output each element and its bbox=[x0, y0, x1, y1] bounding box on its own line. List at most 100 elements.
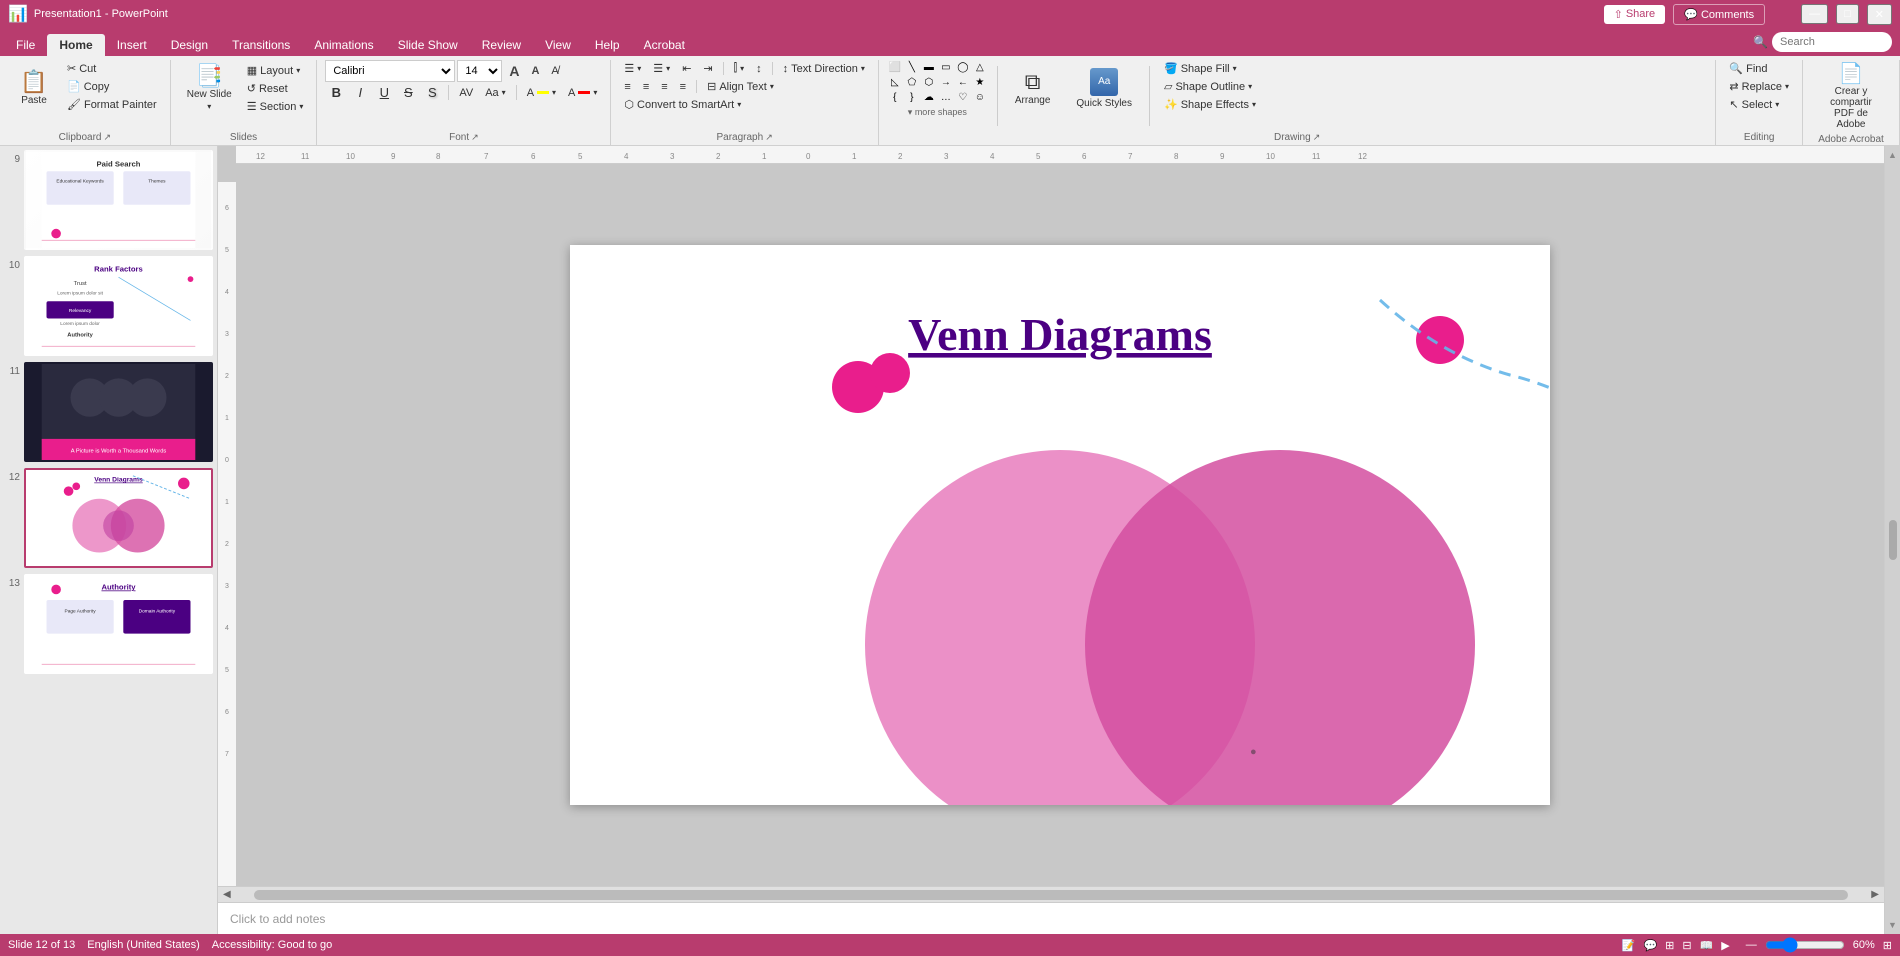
shape-line[interactable]: ╲ bbox=[904, 60, 920, 74]
scroll-thumb-h[interactable] bbox=[254, 890, 1849, 900]
list-item[interactable]: 11 A Picture is Worth a Thousand Words bbox=[4, 362, 213, 462]
notes-view-button[interactable]: 📝 bbox=[1622, 939, 1636, 952]
slide-thumb-12[interactable]: Venn Diagrams bbox=[24, 468, 213, 568]
close-button[interactable]: ✕ bbox=[1867, 4, 1892, 25]
shape-textbox[interactable]: ⬜ bbox=[887, 60, 903, 74]
paragraph-dialog-icon[interactable]: ↗ bbox=[765, 132, 773, 143]
normal-view-button[interactable]: ⊞ bbox=[1665, 939, 1674, 952]
tab-view[interactable]: View bbox=[533, 34, 583, 56]
shapes-dropdown[interactable]: ▾ more shapes bbox=[887, 105, 988, 120]
select-button[interactable]: ↖ Select bbox=[1724, 96, 1794, 113]
justify-button[interactable]: ≡ bbox=[675, 79, 691, 95]
paste-button[interactable]: 📋 Paste bbox=[8, 60, 60, 116]
tab-insert[interactable]: Insert bbox=[105, 34, 159, 56]
maximize-button[interactable]: □ bbox=[1836, 4, 1859, 24]
tab-help[interactable]: Help bbox=[583, 34, 632, 56]
tab-home[interactable]: Home bbox=[47, 34, 104, 56]
slide-thumb-10[interactable]: Rank Factors Trust Lorem ipsum dolor sit… bbox=[24, 256, 213, 356]
tab-animations[interactable]: Animations bbox=[302, 34, 385, 56]
comments-view-button[interactable]: 💬 bbox=[1643, 939, 1657, 952]
align-right-button[interactable]: ≡ bbox=[656, 79, 672, 95]
shape-rect[interactable]: ▬ bbox=[921, 60, 937, 74]
scroll-left-button[interactable]: ◀ bbox=[220, 889, 234, 900]
shape-outline-button[interactable]: ▱ Shape Outline bbox=[1159, 78, 1261, 95]
comments-button[interactable]: 💬 Comments bbox=[1673, 4, 1765, 25]
shape-rounded-rect[interactable]: ▭ bbox=[938, 60, 954, 74]
align-center-button[interactable]: ≡ bbox=[638, 79, 654, 95]
format-painter-button[interactable]: 🖌 Format Painter bbox=[62, 96, 162, 113]
font-clear-button[interactable]: A̸ bbox=[546, 63, 563, 79]
scroll-down-button[interactable]: ▼ bbox=[1888, 920, 1897, 934]
search-input[interactable] bbox=[1772, 32, 1892, 52]
tab-design[interactable]: Design bbox=[159, 34, 220, 56]
drawing-dialog-icon[interactable]: ↗ bbox=[1313, 132, 1321, 143]
shape-effects-button[interactable]: ✨ Shape Effects bbox=[1159, 96, 1261, 113]
shape-cloud[interactable]: ☁ bbox=[921, 90, 937, 104]
tab-review[interactable]: Review bbox=[470, 34, 533, 56]
shape-triangle[interactable]: △ bbox=[972, 60, 988, 74]
highlight-color-button[interactable]: A bbox=[522, 85, 561, 101]
arrange-button[interactable]: ⧉ Arrange bbox=[1007, 60, 1059, 116]
shape-more[interactable]: … bbox=[938, 90, 954, 104]
shape-circle[interactable]: ◯ bbox=[955, 60, 971, 74]
strikethrough-button[interactable]: S bbox=[397, 83, 419, 102]
fit-slide-button[interactable]: ⊞ bbox=[1883, 939, 1892, 952]
tab-slideshow[interactable]: Slide Show bbox=[386, 34, 470, 56]
create-pdf-button[interactable]: 📄 Crear y compartir PDF de Adobe bbox=[1811, 60, 1891, 134]
list-item[interactable]: 12 Venn Diagrams bbox=[4, 468, 213, 568]
font-size-select[interactable]: 14 bbox=[457, 60, 502, 82]
decrease-indent-button[interactable]: ⇤ bbox=[677, 60, 696, 77]
slide-thumb-11[interactable]: A Picture is Worth a Thousand Words bbox=[24, 362, 213, 462]
bold-button[interactable]: B bbox=[325, 83, 347, 102]
list-item[interactable]: 13 Authority Page Authority Domain Autho… bbox=[4, 574, 213, 674]
section-button[interactable]: ☰ Section bbox=[242, 98, 309, 115]
font-case-button[interactable]: Aa bbox=[480, 85, 510, 101]
shadow-button[interactable]: S bbox=[421, 83, 443, 102]
slide-thumb-9[interactable]: Paid Search Educational Keywords Themes bbox=[24, 150, 213, 250]
copy-button[interactable]: 📄 Copy bbox=[62, 78, 162, 95]
notes-area[interactable]: Click to add notes bbox=[218, 902, 1884, 934]
shape-brace-r[interactable]: } bbox=[904, 90, 920, 104]
list-item[interactable]: 9 Paid Search Educational Keywords Theme… bbox=[4, 150, 213, 250]
find-button[interactable]: 🔍 Find bbox=[1724, 60, 1794, 77]
share-button[interactable]: ⇧ Share bbox=[1604, 5, 1666, 24]
shape-smiley[interactable]: ☺ bbox=[972, 90, 988, 104]
tab-transitions[interactable]: Transitions bbox=[220, 34, 302, 56]
slide-canvas[interactable]: Venn Diagrams bbox=[570, 245, 1550, 805]
shape-fill-button[interactable]: 🪣 Shape Fill bbox=[1159, 60, 1261, 77]
new-slide-button[interactable]: 📑 New Slide ▾ bbox=[179, 60, 240, 116]
numbering-button[interactable]: ☰ bbox=[648, 60, 675, 77]
slide-thumb-13[interactable]: Authority Page Authority Domain Authorit… bbox=[24, 574, 213, 674]
minimize-button[interactable]: — bbox=[1801, 4, 1828, 24]
align-text-button[interactable]: ⊟ Align Text bbox=[702, 78, 779, 95]
text-direction-button[interactable]: ↕ Text Direction bbox=[778, 61, 870, 77]
convert-smartart-button[interactable]: ⬡ Convert to SmartArt bbox=[619, 96, 746, 113]
scroll-up-button[interactable]: ▲ bbox=[1888, 146, 1897, 160]
list-item[interactable]: 10 Rank Factors Trust Lorem ipsum dolor … bbox=[4, 256, 213, 356]
shape-star[interactable]: ★ bbox=[972, 75, 988, 89]
tab-file[interactable]: File bbox=[4, 34, 47, 56]
font-name-select[interactable]: Calibri bbox=[325, 60, 455, 82]
cut-button[interactable]: ✂ Cut bbox=[62, 60, 162, 77]
quick-styles-button[interactable]: Aa Quick Styles bbox=[1068, 60, 1140, 116]
line-spacing-button[interactable]: ↕ bbox=[751, 61, 767, 77]
align-left-button[interactable]: ≡ bbox=[619, 79, 635, 95]
underline-button[interactable]: U bbox=[373, 83, 395, 102]
scroll-thumb-v[interactable] bbox=[1889, 520, 1897, 560]
shape-arrow-r[interactable]: → bbox=[938, 75, 954, 89]
shape-hexagon[interactable]: ⬡ bbox=[921, 75, 937, 89]
font-color-button[interactable]: A bbox=[563, 85, 602, 101]
font-grow-button[interactable]: A bbox=[504, 61, 524, 81]
font-shrink-button[interactable]: A bbox=[526, 63, 544, 79]
font-dialog-icon[interactable]: ↗ bbox=[471, 132, 479, 143]
shape-brace-l[interactable]: { bbox=[887, 90, 903, 104]
shape-arrow-l[interactable]: ← bbox=[955, 75, 971, 89]
shape-pentagon[interactable]: ⬠ bbox=[904, 75, 920, 89]
shape-heart[interactable]: ♡ bbox=[955, 90, 971, 104]
italic-button[interactable]: I bbox=[349, 83, 371, 102]
replace-button[interactable]: ⇄ Replace bbox=[1724, 78, 1794, 95]
layout-button[interactable]: ▦ Layout bbox=[242, 62, 309, 79]
zoom-slider[interactable] bbox=[1765, 937, 1845, 953]
char-spacing-button[interactable]: AV bbox=[454, 85, 478, 101]
clipboard-dialog-icon[interactable]: ↗ bbox=[103, 132, 111, 143]
